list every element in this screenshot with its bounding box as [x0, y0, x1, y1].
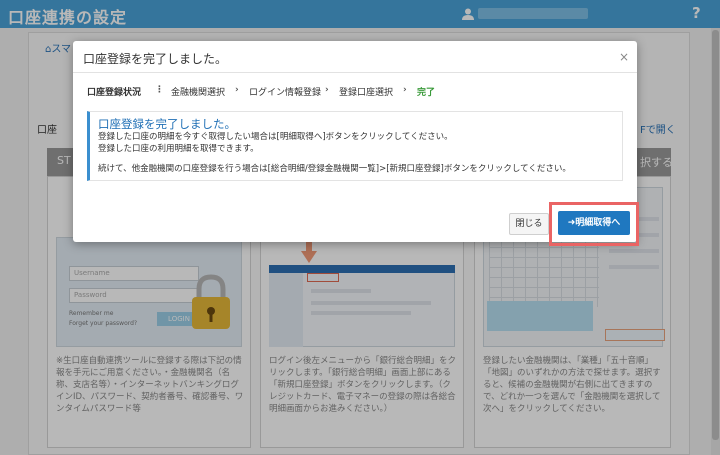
close-icon[interactable]: ×: [619, 50, 629, 64]
message-line-3: 続けて、他金融機関の口座登録を行う場合は[総合明細/登録金融機関一覧]>[新規口…: [98, 164, 571, 174]
chevron-right-icon: ›: [325, 85, 329, 95]
progress-step-account-select: 登録口座選択: [339, 88, 394, 98]
dialog-title: 口座登録を完了しました。: [83, 52, 228, 66]
message-line-1: 登録した口座の明細を今すぐ取得したい場合は[明細取得へ]ボタンをクリックしてくだ…: [98, 132, 453, 142]
fetch-statements-button[interactable]: ➜明細取得へ: [558, 211, 630, 235]
dialog-header: 口座登録を完了しました。 ×: [73, 41, 637, 73]
completion-message: 口座登録を完了しました。 登録した口座の明細を今すぐ取得したい場合は[明細取得へ…: [87, 111, 623, 181]
message-line-2: 登録した口座の利用明細を取得できます。: [98, 144, 259, 154]
chevron-right-icon: ›: [403, 85, 407, 95]
progress-step-done: 完了: [417, 88, 436, 98]
progress-step-bank-select: 金融機関選択: [171, 88, 226, 98]
progress-label: 口座登録状況: [87, 88, 142, 98]
progress-step-login-info: ログイン情報登録: [249, 88, 322, 98]
chevron-right-icon: ›: [235, 85, 239, 95]
progress-colon: ⋮: [155, 85, 164, 95]
close-button[interactable]: 閉じる: [509, 213, 549, 235]
